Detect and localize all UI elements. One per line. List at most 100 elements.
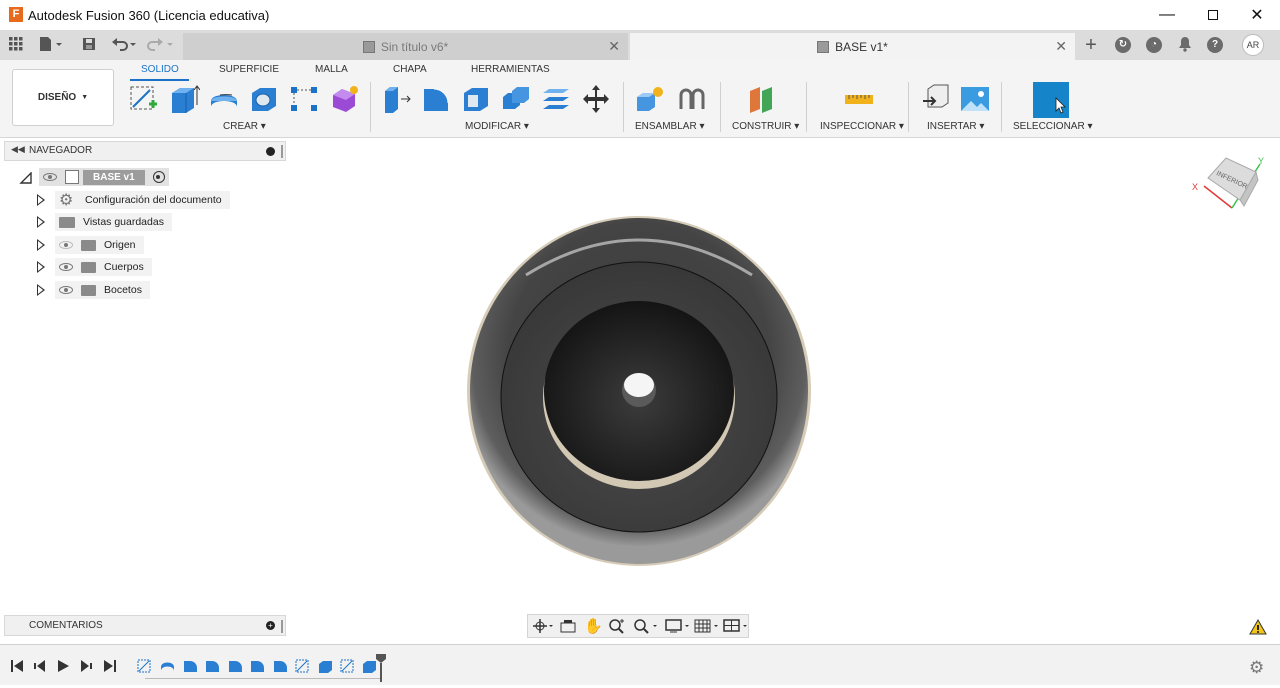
grid-settings-icon[interactable] xyxy=(694,618,720,634)
timeline-fillet-icon[interactable] xyxy=(228,659,243,673)
browser-navigator-header[interactable]: ◀◀ NAVEGADOR xyxy=(4,141,286,161)
timeline-extrude-icon[interactable] xyxy=(318,659,333,673)
create-sketch-icon[interactable] xyxy=(128,83,160,115)
timeline-fillet-icon[interactable] xyxy=(205,659,220,673)
tab-base[interactable]: BASE v1* ✕ xyxy=(630,33,1075,60)
view-cube[interactable]: INFERIOR X Y xyxy=(1188,152,1268,216)
new-component-icon[interactable] xyxy=(634,83,666,115)
joint-icon[interactable] xyxy=(676,83,708,115)
redo-icon[interactable] xyxy=(146,36,174,54)
group-modificar[interactable]: MODIFICAR ▾ xyxy=(465,121,529,132)
expand-triangle-icon[interactable] xyxy=(37,194,45,206)
revolve-icon[interactable] xyxy=(208,83,240,115)
timeline-revolve-icon[interactable] xyxy=(160,659,175,673)
timeline-settings-gear-icon[interactable]: ⚙ xyxy=(1249,658,1264,678)
expanded-triangle-icon[interactable] xyxy=(19,171,33,184)
zoom-icon[interactable] xyxy=(608,618,626,634)
move-copy-icon[interactable] xyxy=(580,83,612,115)
save-icon[interactable] xyxy=(80,36,98,54)
panel-grip-icon[interactable] xyxy=(281,620,283,633)
step-forward-icon[interactable] xyxy=(79,659,93,673)
minimize-button[interactable]: — xyxy=(1144,0,1190,30)
tab-herramientas[interactable]: HERRAMIENTAS xyxy=(471,64,550,75)
help-icon[interactable]: ? xyxy=(1207,37,1223,53)
look-at-icon[interactable] xyxy=(560,618,576,634)
3d-model-wheel[interactable] xyxy=(466,215,812,567)
timeline-sketch-icon[interactable] xyxy=(295,659,310,673)
tab-sin-titulo[interactable]: Sin título v6* ✕ xyxy=(183,33,628,60)
combine-icon[interactable] xyxy=(500,83,532,115)
group-construir[interactable]: CONSTRUIR ▾ xyxy=(732,121,799,132)
close-tab-icon[interactable]: ✕ xyxy=(608,38,620,55)
timeline-fillet-icon[interactable] xyxy=(183,659,198,673)
extrude-icon[interactable] xyxy=(168,83,201,115)
visibility-hidden-eye-icon[interactable] xyxy=(59,241,73,249)
job-status-icon[interactable]: ◔ xyxy=(1146,37,1162,53)
display-settings-icon[interactable] xyxy=(665,618,691,634)
tree-item-vistas-guardadas[interactable]: Vistas guardadas xyxy=(37,213,172,231)
select-tool-button[interactable] xyxy=(1033,82,1069,118)
go-to-start-icon[interactable] xyxy=(10,659,24,673)
viewports-icon[interactable] xyxy=(723,618,749,634)
close-tab-icon[interactable]: ✕ xyxy=(1055,38,1067,55)
step-back-icon[interactable] xyxy=(33,659,47,673)
measure-icon[interactable] xyxy=(843,83,875,115)
visibility-eye-icon[interactable] xyxy=(59,286,73,294)
tab-chapa[interactable]: CHAPA xyxy=(393,64,427,75)
fit-zoom-icon[interactable] xyxy=(633,618,659,634)
extensions-icon[interactable]: ↻ xyxy=(1115,37,1131,53)
timeline-marker[interactable] xyxy=(375,653,387,683)
warning-icon[interactable] xyxy=(1249,618,1267,635)
visibility-eye-icon[interactable] xyxy=(43,173,57,181)
orbit-icon[interactable] xyxy=(532,618,554,634)
expand-triangle-icon[interactable] xyxy=(37,261,45,273)
play-icon[interactable] xyxy=(56,659,70,673)
group-insertar[interactable]: INSERTAR ▾ xyxy=(927,121,984,132)
data-panel-grid-icon[interactable] xyxy=(7,36,25,54)
new-tab-icon[interactable]: + xyxy=(1082,35,1100,55)
undo-icon[interactable] xyxy=(110,36,138,54)
tree-item-bocetos[interactable]: Bocetos xyxy=(37,281,150,299)
tree-item-origen[interactable]: Origen xyxy=(37,236,144,254)
user-avatar[interactable]: AR xyxy=(1242,34,1264,56)
visibility-eye-icon[interactable] xyxy=(59,263,73,271)
expand-triangle-icon[interactable] xyxy=(37,239,45,251)
tree-root-node[interactable]: BASE v1 xyxy=(19,168,169,186)
timeline-fillet-icon[interactable] xyxy=(250,659,265,673)
comments-panel-header[interactable]: COMENTARIOS + xyxy=(4,615,286,636)
create-form-icon[interactable] xyxy=(328,83,360,115)
collapse-panel-icon[interactable]: ◀◀ xyxy=(11,144,25,155)
tab-solido[interactable]: SOLIDO xyxy=(141,64,179,75)
minimize-panel-icon[interactable] xyxy=(266,147,275,156)
press-pull-icon[interactable] xyxy=(380,83,412,115)
tree-item-configuracion[interactable]: ⚙ Configuración del documento xyxy=(37,191,230,209)
notifications-bell-icon[interactable] xyxy=(1176,36,1194,54)
hole-icon[interactable] xyxy=(248,83,280,115)
offset-plane-icon[interactable] xyxy=(747,83,779,115)
expand-triangle-icon[interactable] xyxy=(37,284,45,296)
insert-derive-icon[interactable] xyxy=(920,83,952,115)
tree-item-cuerpos[interactable]: Cuerpos xyxy=(37,258,152,276)
group-crear[interactable]: CREAR ▾ xyxy=(223,121,266,132)
timeline-sketch-icon[interactable] xyxy=(340,659,355,673)
fillet-icon[interactable] xyxy=(420,83,452,115)
panel-grip-icon[interactable] xyxy=(281,145,283,158)
timeline-sketch-icon[interactable] xyxy=(137,659,152,673)
file-menu-icon[interactable] xyxy=(38,36,64,54)
activate-radio-icon[interactable] xyxy=(152,171,165,183)
timeline-fillet-icon[interactable] xyxy=(273,659,288,673)
pan-hand-icon[interactable]: ✋ xyxy=(584,617,603,635)
close-button[interactable]: ✕ xyxy=(1234,0,1280,30)
go-to-end-icon[interactable] xyxy=(103,659,117,673)
group-ensamblar[interactable]: ENSAMBLAR ▾ xyxy=(635,121,705,132)
offset-face-icon[interactable] xyxy=(540,83,572,115)
canvas-image-icon[interactable] xyxy=(959,83,991,115)
tab-superficie[interactable]: SUPERFICIE xyxy=(219,64,279,75)
shell-icon[interactable] xyxy=(460,83,492,115)
expand-triangle-icon[interactable] xyxy=(37,216,45,228)
maximize-button[interactable] xyxy=(1190,0,1236,30)
tab-malla[interactable]: MALLA xyxy=(315,64,348,75)
workspace-switcher-button[interactable]: DISEÑO ▼ xyxy=(12,69,114,126)
add-comment-icon[interactable]: + xyxy=(266,621,275,630)
rectangular-pattern-icon[interactable] xyxy=(288,83,320,115)
